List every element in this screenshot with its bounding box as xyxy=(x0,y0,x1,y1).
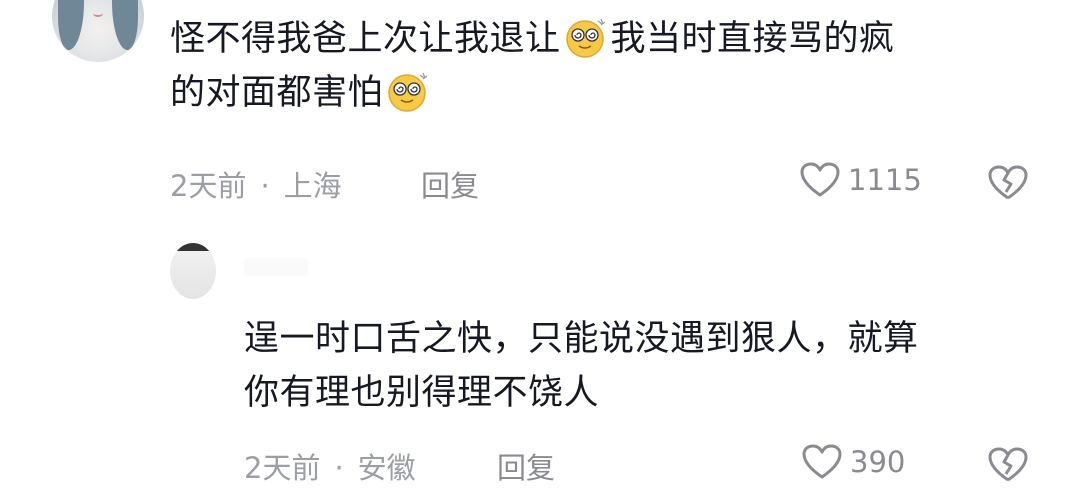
comment-line: 的对面都害怕 xyxy=(170,66,1040,120)
reply-button[interactable]: 回复 xyxy=(421,163,479,205)
broken-heart-icon[interactable] xyxy=(988,447,1028,483)
comment-line: 怪不得我爸上次让我退让 我当时直接骂的疯 xyxy=(170,12,1040,66)
comment-line: 逞一时口舌之快，只能说没遇到狠人，就算 xyxy=(244,319,919,359)
comment-time: 2天前 xyxy=(170,169,247,203)
heart-outline-icon xyxy=(800,162,840,197)
reply-button[interactable]: 回复 xyxy=(497,445,555,487)
comment-location: 上海 xyxy=(283,169,342,203)
comment-location: 安徽 xyxy=(357,451,416,485)
comment-text-segment: 我当时直接骂的疯 xyxy=(610,19,895,59)
commenter-avatar[interactable] xyxy=(52,0,144,62)
meta-separator: · xyxy=(260,169,270,203)
comment-text-segment: 怪不得我爸上次让我退让 xyxy=(170,19,561,59)
like-count: 1115 xyxy=(848,163,922,197)
like-count: 390 xyxy=(850,445,906,479)
username-placeholder xyxy=(244,258,308,276)
heart-outline-icon xyxy=(802,444,842,479)
reply-avatar[interactable] xyxy=(170,243,216,299)
avatar-mouth xyxy=(93,10,103,17)
comment-time: 2天前 xyxy=(244,451,321,485)
comment-line: 你有理也别得理不饶人 xyxy=(244,373,600,413)
dizzy-face-emoji-icon xyxy=(388,72,428,112)
like-button[interactable]: 1115 xyxy=(800,162,922,198)
comment-meta: 2天前 · 安徽 xyxy=(244,445,416,487)
dizzy-face-emoji-icon xyxy=(565,18,605,58)
reply-comment-text: 逞一时口舌之快，只能说没遇到狠人，就算 你有理也别得理不饶人 xyxy=(244,312,1034,420)
comment-meta: 2天前 · 上海 xyxy=(170,163,342,205)
avatar-top xyxy=(170,243,216,251)
comment-text: 怪不得我爸上次让我退让 我当时直接骂的疯 的对面都害怕 xyxy=(170,12,1040,120)
broken-heart-icon[interactable] xyxy=(988,165,1028,201)
avatar-hair-left xyxy=(58,0,84,50)
comment-text-segment: 的对面都害怕 xyxy=(170,73,384,113)
meta-separator: · xyxy=(334,451,344,485)
avatar-hair-right xyxy=(112,0,138,50)
like-button[interactable]: 390 xyxy=(802,444,905,480)
